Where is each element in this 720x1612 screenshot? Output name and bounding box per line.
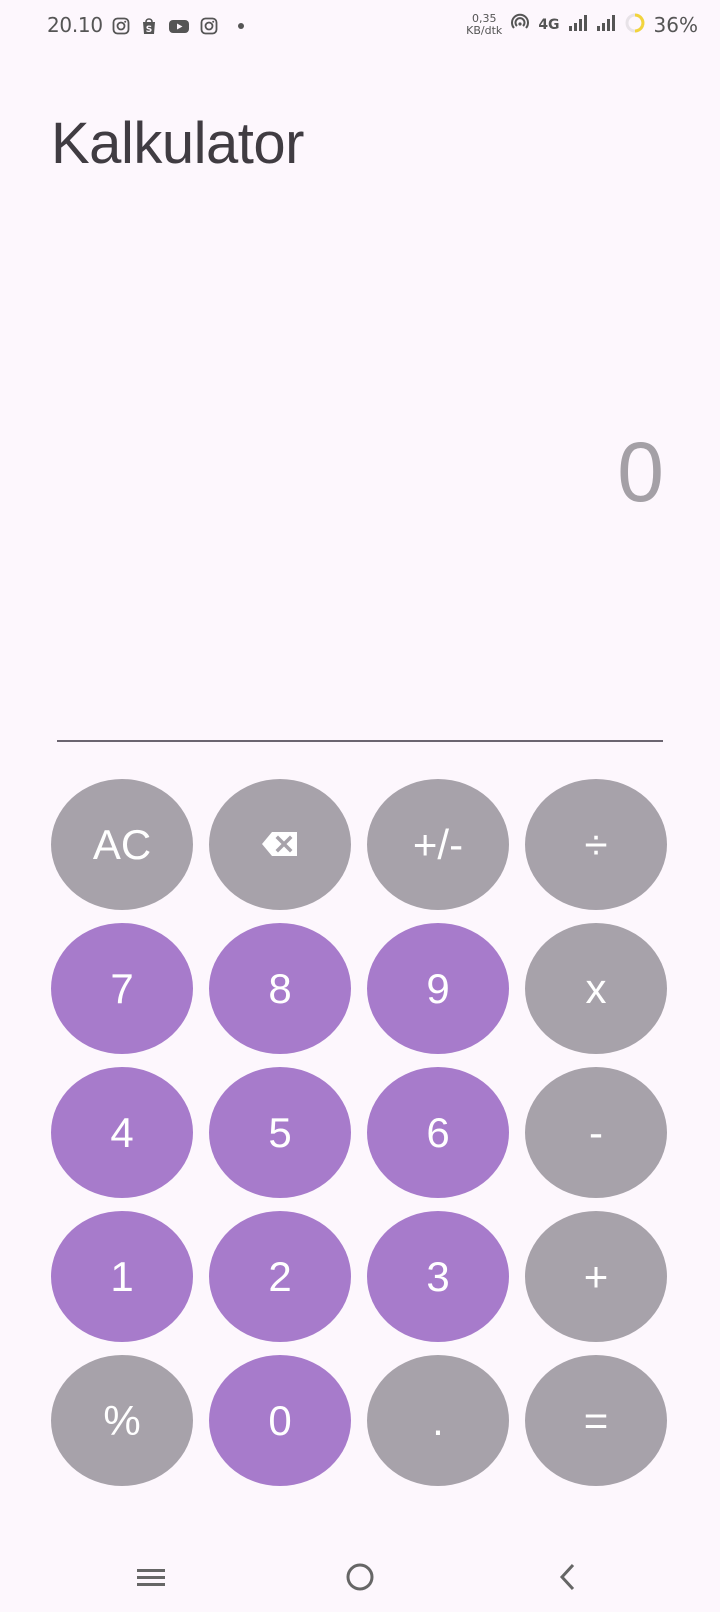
youtube-icon bbox=[168, 17, 190, 35]
digit-2-button[interactable]: 2 bbox=[209, 1211, 351, 1342]
battery-saver-icon bbox=[624, 12, 646, 38]
signal-icon bbox=[568, 14, 588, 36]
key-label: 0 bbox=[268, 1396, 292, 1444]
key-label: - bbox=[589, 1108, 603, 1156]
notification-icons: S bbox=[112, 17, 244, 35]
backspace-button[interactable] bbox=[209, 779, 351, 910]
backspace-icon bbox=[260, 821, 300, 869]
page-title: Kalkulator bbox=[51, 111, 304, 176]
home-icon[interactable] bbox=[340, 1557, 380, 1597]
network-type: 4G bbox=[538, 17, 560, 33]
key-label: + bbox=[583, 1252, 609, 1300]
key-label: x bbox=[585, 964, 607, 1012]
battery-percent: 36% bbox=[653, 13, 698, 37]
key-label: 8 bbox=[268, 964, 292, 1012]
result-display: 0 bbox=[617, 425, 664, 519]
percent-button[interactable]: % bbox=[51, 1355, 193, 1486]
key-label: 5 bbox=[268, 1108, 292, 1156]
shopee-icon: S bbox=[140, 17, 158, 35]
status-time: 20.10 bbox=[47, 13, 103, 37]
key-label: ÷ bbox=[584, 820, 608, 868]
equals-button[interactable]: = bbox=[525, 1355, 667, 1486]
status-bar: 20.10 S 0,35 KB/dtk 4G 36% bbox=[0, 0, 720, 56]
key-label: 1 bbox=[110, 1252, 134, 1300]
add-button[interactable]: + bbox=[525, 1211, 667, 1342]
digit-5-button[interactable]: 5 bbox=[209, 1067, 351, 1198]
more-notifications-dot bbox=[238, 23, 244, 29]
hotspot-icon bbox=[510, 13, 530, 37]
key-label: 4 bbox=[110, 1108, 134, 1156]
navigation-bar bbox=[0, 1545, 720, 1612]
multiply-button[interactable]: x bbox=[525, 923, 667, 1054]
digit-7-button[interactable]: 7 bbox=[51, 923, 193, 1054]
key-label: 2 bbox=[268, 1252, 292, 1300]
keypad: AC +/- ÷ 7 8 9 x 4 5 6 - 1 2 3 +% 0. = bbox=[51, 779, 669, 1486]
key-label: AC bbox=[92, 820, 152, 868]
decimal-button[interactable]: . bbox=[367, 1355, 509, 1486]
digit-9-button[interactable]: 9 bbox=[367, 923, 509, 1054]
key-label: +/- bbox=[412, 820, 464, 868]
digit-6-button[interactable]: 6 bbox=[367, 1067, 509, 1198]
digit-3-button[interactable]: 3 bbox=[367, 1211, 509, 1342]
key-label: = bbox=[583, 1396, 609, 1444]
svg-text:S: S bbox=[146, 25, 152, 35]
display-divider bbox=[57, 740, 663, 742]
network-speed-unit: KB/dtk bbox=[466, 24, 503, 37]
key-label: 7 bbox=[110, 964, 134, 1012]
key-label: 9 bbox=[426, 964, 450, 1012]
key-label: . bbox=[432, 1396, 444, 1444]
digit-0-button[interactable]: 0 bbox=[209, 1355, 351, 1486]
back-icon[interactable] bbox=[548, 1557, 588, 1597]
subtract-button[interactable]: - bbox=[525, 1067, 667, 1198]
instagram-icon bbox=[112, 17, 130, 35]
instagram-icon bbox=[200, 17, 218, 35]
digit-1-button[interactable]: 1 bbox=[51, 1211, 193, 1342]
digit-8-button[interactable]: 8 bbox=[209, 923, 351, 1054]
key-label: 3 bbox=[426, 1252, 450, 1300]
menu-icon[interactable] bbox=[131, 1557, 171, 1597]
key-label: % bbox=[103, 1396, 141, 1444]
key-label: 6 bbox=[426, 1108, 450, 1156]
all-clear-button[interactable]: AC bbox=[51, 779, 193, 910]
digit-4-button[interactable]: 4 bbox=[51, 1067, 193, 1198]
divide-button[interactable]: ÷ bbox=[525, 779, 667, 910]
plus-minus-button[interactable]: +/- bbox=[367, 779, 509, 910]
system-status: 0,35 KB/dtk 4G 36% bbox=[466, 12, 698, 38]
network-speed: 0,35 KB/dtk bbox=[466, 13, 502, 37]
signal-icon bbox=[596, 14, 616, 36]
